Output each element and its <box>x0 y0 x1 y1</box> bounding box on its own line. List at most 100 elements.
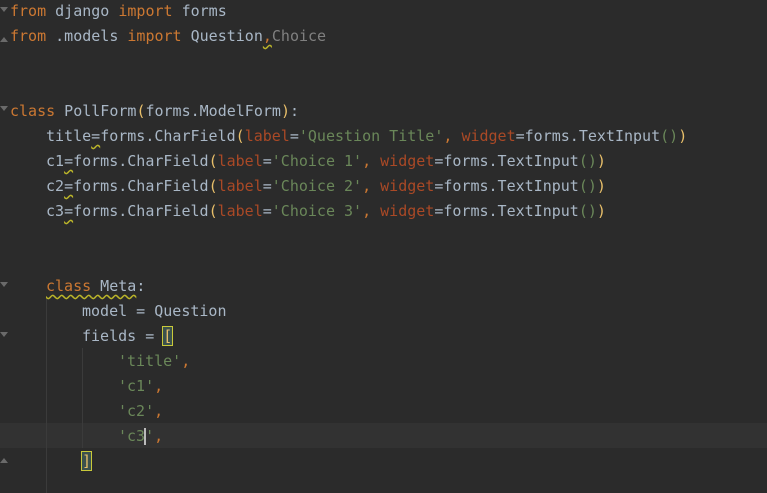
separator: , <box>362 202 381 220</box>
code-line-6[interactable]: c2=forms.CharField(label='Choice 2', wid… <box>46 174 606 199</box>
paren: ) <box>280 102 290 120</box>
assign-op: = <box>289 127 299 145</box>
fold-open-icon[interactable] <box>0 7 8 12</box>
separator: , <box>443 127 462 145</box>
class-name: PollForm <box>55 102 137 120</box>
code-line-4[interactable]: title=forms.CharField(label='Question Ti… <box>46 124 687 149</box>
fold-open-icon[interactable] <box>0 106 8 111</box>
code-line-1[interactable]: from django import forms <box>10 0 227 24</box>
string-literal: 'Question Title' <box>298 127 444 145</box>
kwarg-name: widget <box>380 177 435 195</box>
keyword: class <box>46 277 92 295</box>
unused-import-name: Choice <box>271 27 327 45</box>
assign-op: = <box>515 127 525 145</box>
separator: , <box>154 427 164 445</box>
keyword: import <box>127 27 182 45</box>
code-line-14[interactable]: 'c3', <box>118 424 163 449</box>
assign-op: = <box>64 152 74 170</box>
assign-op: = <box>262 152 272 170</box>
code-editor[interactable]: from django import forms from .models im… <box>0 0 767 493</box>
paren: ( <box>208 177 218 195</box>
field-name: title <box>46 127 92 145</box>
keyword: class <box>10 102 56 120</box>
assign-op: = <box>262 202 272 220</box>
kwarg-name: widget <box>380 202 435 220</box>
paren: ( <box>208 152 218 170</box>
code-line-13[interactable]: 'c2', <box>118 399 163 424</box>
field-name: c2 <box>46 177 65 195</box>
close-bracket-match: ] <box>80 451 93 471</box>
paren: ) <box>596 177 606 195</box>
kwarg-name: widget <box>380 152 435 170</box>
separator: , <box>362 177 381 195</box>
import-name: Question <box>181 27 263 45</box>
fold-open-icon[interactable] <box>0 332 8 337</box>
open-bracket-match: [ <box>162 326 174 346</box>
string-literal: 'Choice 1' <box>271 152 363 170</box>
module-name: .models <box>46 27 128 45</box>
code-line-8[interactable]: class Meta: <box>46 274 145 299</box>
kwarg-name: widget <box>461 127 516 145</box>
string-literal: 'Choice 2' <box>271 177 363 195</box>
string-literal: 'c3 <box>118 427 146 445</box>
string-literal: 'c1' <box>118 377 155 395</box>
import-name: forms <box>172 2 227 20</box>
kwarg-name: label <box>244 127 290 145</box>
paren: () <box>578 202 597 220</box>
paren: ) <box>678 127 688 145</box>
model-assignment: model = Question <box>82 302 227 320</box>
paren: ( <box>235 127 245 145</box>
paren: ) <box>596 202 606 220</box>
code-line-3[interactable]: class PollForm(forms.ModelForm): <box>10 99 299 124</box>
call-name: forms.CharField <box>73 152 209 170</box>
keyword: from <box>10 27 47 45</box>
separator: , <box>154 377 164 395</box>
code-line-10[interactable]: fields = [ <box>82 324 174 349</box>
assign-op: = <box>91 127 101 145</box>
code-line-15[interactable]: ] <box>80 449 93 474</box>
keyword: import <box>118 2 173 20</box>
separator: , <box>181 352 191 370</box>
keyword: from <box>10 2 47 20</box>
class-name: Meta <box>91 277 137 295</box>
string-literal: 'c2' <box>118 402 155 420</box>
colon: : <box>289 102 299 120</box>
field-name: c3 <box>46 202 65 220</box>
code-line-5[interactable]: c1=forms.CharField(label='Choice 1', wid… <box>46 149 606 174</box>
indent-guide <box>82 348 83 448</box>
call-name: forms.CharField <box>100 127 236 145</box>
field-name: c1 <box>46 152 65 170</box>
call-name: forms.TextInput <box>524 127 661 145</box>
module-name: django <box>46 2 119 20</box>
separator: , <box>362 152 381 170</box>
code-line-7[interactable]: c3=forms.CharField(label='Choice 3', wid… <box>46 199 606 224</box>
paren: () <box>578 152 597 170</box>
current-line-highlight <box>0 423 767 448</box>
string-literal: 'title' <box>118 352 182 370</box>
string-literal-end: ' <box>145 427 155 445</box>
base-class: forms.ModelForm <box>145 102 281 120</box>
call-name: forms.CharField <box>73 202 209 220</box>
comma-warning: , <box>262 27 272 45</box>
call-name: forms.TextInput <box>443 152 579 170</box>
fold-close-icon[interactable] <box>0 37 8 42</box>
assign-op: = <box>64 202 74 220</box>
kwarg-name: label <box>217 177 263 195</box>
code-line-9[interactable]: model = Question <box>82 299 227 324</box>
string-literal: 'Choice 3' <box>271 202 363 220</box>
call-name: forms.TextInput <box>443 202 579 220</box>
assign-op: = <box>64 177 74 195</box>
kwarg-name: label <box>217 202 263 220</box>
fold-open-icon[interactable] <box>0 282 8 287</box>
code-line-12[interactable]: 'c1', <box>118 374 163 399</box>
paren: ( <box>208 202 218 220</box>
assign-op: = <box>262 177 272 195</box>
code-line-11[interactable]: 'title', <box>118 349 190 374</box>
separator: , <box>154 402 164 420</box>
call-name: forms.CharField <box>73 177 209 195</box>
kwarg-name: label <box>217 152 263 170</box>
colon: : <box>136 277 146 295</box>
code-line-2[interactable]: from .models import Question,Choice <box>10 24 326 49</box>
paren: ) <box>596 152 606 170</box>
fold-close-icon[interactable] <box>0 458 8 463</box>
